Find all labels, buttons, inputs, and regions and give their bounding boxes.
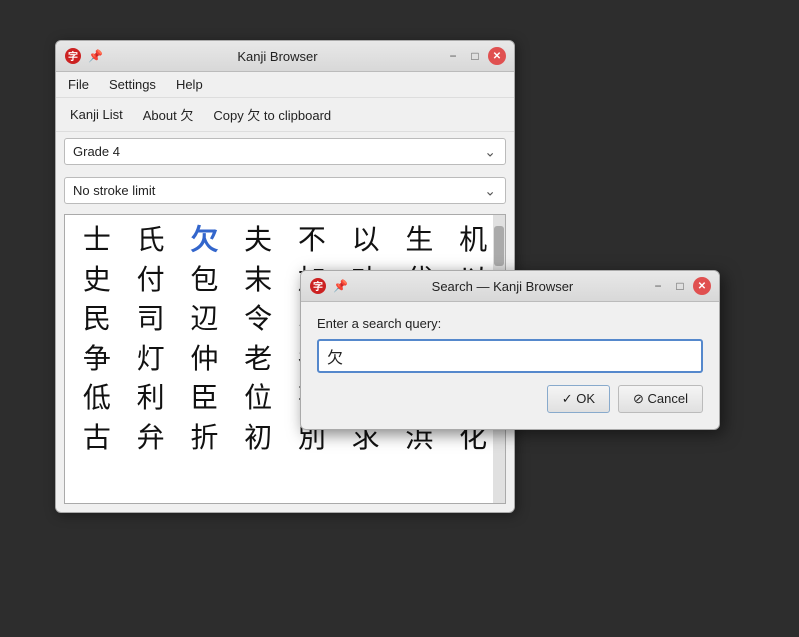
search-minimize-button[interactable]: −	[649, 277, 667, 295]
grade-dropdown-wrapper: Grade 1 Grade 2 Grade 3 Grade 4 Grade 5 …	[64, 138, 506, 165]
grade-dropdown-row: Grade 1 Grade 2 Grade 3 Grade 4 Grade 5 …	[56, 132, 514, 171]
kanji-cell[interactable]: 以	[340, 221, 392, 259]
dialog-buttons: ✓ OK ⊘ Cancel	[317, 385, 703, 413]
menu-bar: File Settings Help	[56, 72, 514, 98]
close-button[interactable]: ✕	[488, 47, 506, 65]
toolbar: Kanji List About 欠 Copy 欠 to clipboard	[56, 98, 514, 132]
kanji-cell[interactable]: 争	[71, 340, 123, 378]
menu-file[interactable]: File	[64, 75, 93, 94]
maximize-button[interactable]: □	[466, 47, 484, 65]
kanji-cell[interactable]: 古	[71, 419, 123, 457]
stroke-dropdown-wrapper: No stroke limit 1 stroke 2 strokes 3 str…	[64, 177, 506, 204]
pin-icon: 📌	[88, 49, 103, 63]
kanji-cell[interactable]: 老	[232, 340, 284, 378]
kanji-cell[interactable]: 弁	[125, 419, 177, 457]
search-dialog-controls: − □ ✕	[649, 277, 711, 295]
kanji-cell[interactable]: 机	[447, 221, 499, 259]
about-kanji-button[interactable]: About 欠	[137, 103, 200, 126]
stroke-dropdown[interactable]: No stroke limit 1 stroke 2 strokes 3 str…	[64, 177, 506, 204]
kanji-cell[interactable]: 欠	[179, 221, 231, 259]
kanji-cell[interactable]: 不	[286, 221, 338, 259]
kanji-cell[interactable]: 付	[125, 261, 177, 299]
kanji-cell[interactable]: 位	[232, 379, 284, 417]
svg-text:字: 字	[68, 50, 78, 63]
grade-dropdown[interactable]: Grade 1 Grade 2 Grade 3 Grade 4 Grade 5 …	[64, 138, 506, 165]
menu-settings[interactable]: Settings	[105, 75, 160, 94]
kanji-cell[interactable]: 令	[232, 300, 284, 338]
main-window-controls: − □ ✕	[444, 47, 506, 65]
copy-clipboard-button[interactable]: Copy 欠 to clipboard	[207, 103, 337, 126]
kanji-cell[interactable]: 利	[125, 379, 177, 417]
search-pin-icon: 📌	[333, 279, 348, 293]
search-prompt-label: Enter a search query:	[317, 316, 703, 331]
kanji-cell[interactable]: 史	[71, 261, 123, 299]
search-maximize-button[interactable]: □	[671, 277, 689, 295]
menu-help[interactable]: Help	[172, 75, 207, 94]
kanji-cell[interactable]: 末	[232, 261, 284, 299]
kanji-cell[interactable]: 折	[179, 419, 231, 457]
scrollbar-thumb[interactable]	[494, 226, 504, 266]
kanji-cell[interactable]: 司	[125, 300, 177, 338]
kanji-cell[interactable]: 灯	[125, 340, 177, 378]
kanji-cell[interactable]: 仲	[179, 340, 231, 378]
kanji-cell[interactable]: 士	[71, 221, 123, 259]
kanji-cell[interactable]: 夫	[232, 221, 284, 259]
search-app-icon: 字	[309, 277, 327, 295]
kanji-cell[interactable]: 生	[394, 221, 446, 259]
kanji-list-button[interactable]: Kanji List	[64, 103, 129, 126]
kanji-cell[interactable]: 臣	[179, 379, 231, 417]
minimize-button[interactable]: −	[444, 47, 462, 65]
ok-button[interactable]: ✓ OK	[547, 385, 610, 413]
dialog-body: Enter a search query: ✓ OK ⊘ Cancel	[301, 302, 719, 429]
kanji-cell[interactable]: 民	[71, 300, 123, 338]
kanji-cell[interactable]: 初	[232, 419, 284, 457]
search-close-button[interactable]: ✕	[693, 277, 711, 295]
search-dialog-title: Search — Kanji Browser	[356, 279, 649, 294]
app-icon: 字	[64, 47, 82, 65]
search-input[interactable]	[317, 339, 703, 373]
kanji-cell[interactable]: 氏	[125, 221, 177, 259]
kanji-cell[interactable]: 辺	[179, 300, 231, 338]
kanji-cell[interactable]: 低	[71, 379, 123, 417]
kanji-cell[interactable]: 包	[179, 261, 231, 299]
main-window-title: Kanji Browser	[111, 49, 444, 64]
stroke-dropdown-row: No stroke limit 1 stroke 2 strokes 3 str…	[56, 171, 514, 210]
cancel-button[interactable]: ⊘ Cancel	[618, 385, 703, 413]
search-title-bar: 字 📌 Search — Kanji Browser − □ ✕	[301, 271, 719, 302]
svg-text:字: 字	[313, 280, 323, 293]
search-dialog: 字 📌 Search — Kanji Browser − □ ✕ Enter a…	[300, 270, 720, 430]
main-title-bar: 字 📌 Kanji Browser − □ ✕	[56, 41, 514, 72]
